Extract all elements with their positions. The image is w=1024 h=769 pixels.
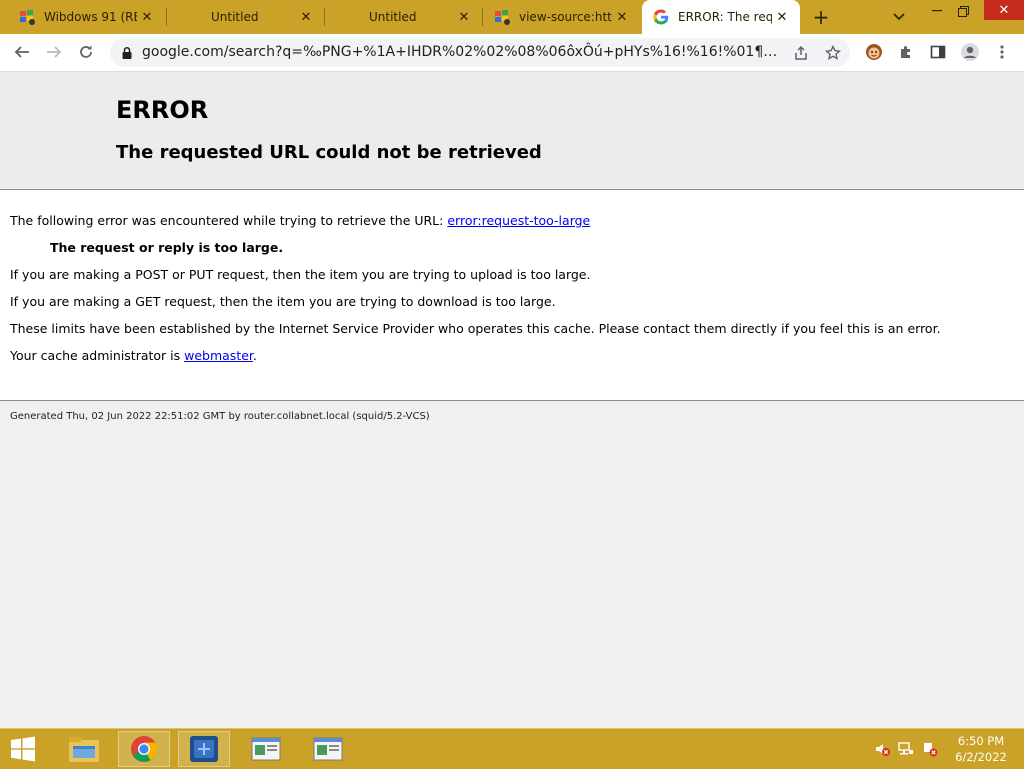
volume-muted-icon[interactable]: [874, 741, 890, 757]
address-bar[interactable]: google.com/search?q=‰PNG+%1A+IHDR%02%02%…: [110, 38, 850, 67]
blank-favicon-icon: [185, 8, 203, 26]
error-body: The following error was encountered whil…: [0, 190, 1024, 401]
error-detail-limits: These limits have been established by th…: [10, 321, 941, 336]
tab-view-source[interactable]: view-source:https: ✕: [483, 0, 640, 34]
tab-untitled-1[interactable]: Untitled ✕: [167, 0, 324, 34]
cache-admin-period: .: [252, 348, 257, 363]
restore-button[interactable]: [948, 0, 978, 22]
close-icon[interactable]: ✕: [454, 7, 474, 27]
share-icon[interactable]: [790, 42, 812, 64]
lock-icon[interactable]: [120, 45, 134, 59]
windows-logo-icon: [11, 736, 35, 762]
error-reason: The request or reply is too large.: [50, 240, 284, 255]
network-icon[interactable]: [898, 741, 914, 757]
chrome-icon: [131, 736, 158, 762]
forward-arrow-icon[interactable]: [40, 38, 68, 66]
back-arrow-icon[interactable]: [8, 38, 36, 66]
window-preview-icon: [313, 737, 343, 761]
error-header: ERROR The requested URL could not be ret…: [0, 72, 1024, 190]
windows-flag-icon: [18, 8, 36, 26]
cache-admin-line: Your cache administrator is webmaster.: [10, 348, 257, 363]
reload-icon[interactable]: [72, 38, 100, 66]
browser-toolbar: google.com/search?q=‰PNG+%1A+IHDR%02%02%…: [0, 34, 1024, 72]
error-description-text: The following error was encountered whil…: [10, 213, 448, 228]
address-url[interactable]: google.com/search?q=‰PNG+%1A+IHDR%02%02%…: [142, 38, 778, 67]
blue-app-icon: [190, 736, 218, 762]
error-subtitle: The requested URL could not be retrieved: [116, 142, 542, 163]
window-preview-icon: [251, 737, 281, 761]
error-footer: Generated Thu, 02 Jun 2022 22:51:02 GMT …: [10, 411, 430, 422]
new-tab-button[interactable]: +: [808, 5, 834, 29]
close-icon[interactable]: ✕: [296, 7, 316, 27]
close-icon[interactable]: ✕: [612, 7, 632, 27]
blank-favicon-icon: [343, 8, 361, 26]
error-title: ERROR: [116, 96, 209, 124]
notification-alert-icon[interactable]: [922, 741, 938, 757]
error-detail-get: If you are making a GET request, then th…: [10, 294, 556, 309]
extensions-puzzle-icon[interactable]: [892, 38, 920, 66]
chrome-taskbar-button[interactable]: [118, 731, 170, 767]
extension-monkey-icon[interactable]: [860, 38, 888, 66]
profile-avatar-icon[interactable]: [956, 38, 984, 66]
tab-title: Wibdows 91 (REL: [44, 10, 137, 24]
webmaster-link[interactable]: webmaster: [184, 348, 253, 363]
windows-flag-icon: [493, 8, 511, 26]
google-g-icon: [652, 8, 670, 26]
app-taskbar-button-blue[interactable]: [178, 731, 230, 767]
tab-strip: Wibdows 91 (REL ✕ Untitled ✕ Untitled ✕ …: [0, 0, 1024, 34]
window-close-button[interactable]: ✕: [984, 0, 1024, 20]
tab-error-active[interactable]: ERROR: The reque ✕: [642, 0, 800, 34]
bookmark-star-icon[interactable]: [822, 42, 844, 64]
cache-admin-text: Your cache administrator is: [10, 348, 185, 363]
window-taskbar-button-2[interactable]: [302, 731, 354, 767]
tab-title: Untitled: [369, 10, 417, 24]
side-panel-icon[interactable]: [924, 38, 952, 66]
tab-title: view-source:https:: [519, 10, 612, 24]
tab-search-chevron-icon[interactable]: [888, 6, 910, 28]
file-explorer-icon: [69, 737, 99, 762]
tab-wibdows-91[interactable]: Wibdows 91 (REL ✕: [0, 0, 165, 34]
window-taskbar-button-1[interactable]: [240, 731, 292, 767]
taskbar: 6:50 PM 6/2/2022: [0, 728, 1024, 769]
start-button[interactable]: [0, 729, 46, 769]
page-viewport: ERROR The requested URL could not be ret…: [0, 72, 1024, 728]
tab-title: ERROR: The reque: [678, 10, 772, 24]
file-explorer-button[interactable]: [58, 731, 110, 767]
close-icon[interactable]: ✕: [137, 7, 157, 27]
clock-date: 6/2/2022: [955, 750, 1007, 764]
system-clock[interactable]: 6:50 PM 6/2/2022: [946, 733, 1016, 765]
clock-time: 6:50 PM: [957, 734, 1005, 748]
close-icon[interactable]: ✕: [772, 7, 792, 27]
tab-untitled-2[interactable]: Untitled ✕: [325, 0, 482, 34]
error-url-link[interactable]: error:request-too-large: [447, 213, 590, 228]
menu-kebab-icon[interactable]: [988, 38, 1016, 66]
error-description: The following error was encountered whil…: [10, 213, 590, 228]
tab-title: Untitled: [211, 10, 259, 24]
error-detail-post: If you are making a POST or PUT request,…: [10, 267, 591, 282]
